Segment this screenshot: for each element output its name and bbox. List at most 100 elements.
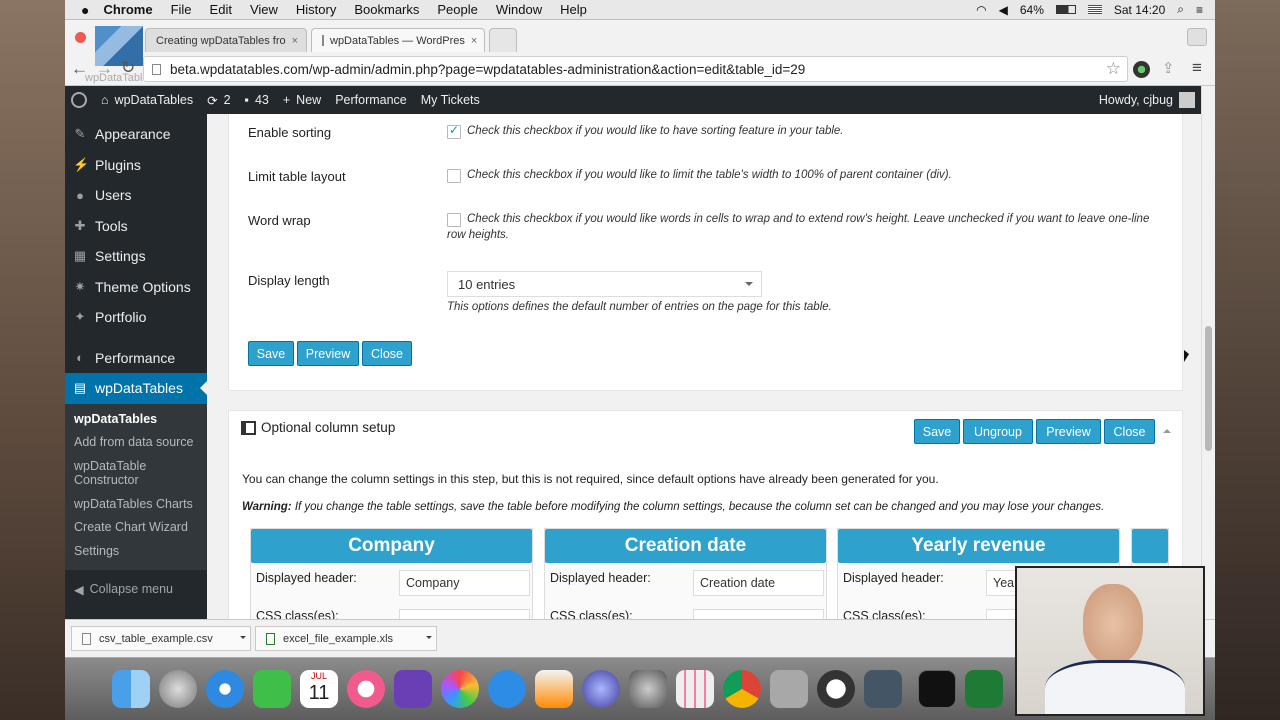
new-tab-button[interactable] (489, 28, 517, 52)
calendar-day: 11 (308, 682, 330, 704)
sidebar-item-wpdatatables[interactable]: ▤ wpDataTables (65, 373, 207, 404)
calculator-icon[interactable] (676, 670, 714, 708)
limit-layout-checkbox[interactable] (447, 169, 461, 183)
volume-icon[interactable]: ◀ (999, 3, 1008, 17)
calendar-icon[interactable]: JUL 11 (300, 670, 338, 708)
menu-app-name[interactable]: Chrome (103, 2, 152, 17)
download-item-csv[interactable]: csv_table_example.csv (71, 626, 251, 651)
photos-icon[interactable] (441, 670, 479, 708)
save-button[interactable]: Save (248, 341, 294, 366)
flag-icon[interactable] (1087, 5, 1102, 14)
movie-icon[interactable] (864, 670, 902, 708)
chrome-icon[interactable] (723, 670, 761, 708)
sidebar-item-users[interactable]: ● Users (65, 180, 207, 211)
imovie-star-icon[interactable] (394, 670, 432, 708)
submenu-constructor[interactable]: wpDataTable Constructor (65, 455, 165, 493)
safari-icon[interactable] (206, 670, 244, 708)
terminal-icon[interactable] (918, 670, 956, 708)
close-button[interactable]: Close (362, 341, 412, 366)
admin-bar-site[interactable]: ⌂ wpDataTables (101, 93, 193, 107)
bookmark-star-icon[interactable]: ☆ (1106, 59, 1121, 79)
displayed-header-input[interactable]: Creation date (693, 570, 824, 596)
column-preview-button[interactable]: Preview (1036, 419, 1101, 444)
upload-icon[interactable]: ⇪ (1162, 59, 1175, 77)
itunes-icon[interactable] (347, 670, 385, 708)
ungroup-button[interactable]: Ungroup (963, 419, 1033, 444)
column-save-button[interactable]: Save (914, 419, 960, 444)
sorting-checkbox[interactable] (447, 123, 461, 139)
admin-bar-account[interactable]: Howdy, cjbug (1099, 92, 1195, 108)
close-window-button[interactable] (75, 32, 86, 43)
download-item-xls[interactable]: excel_file_example.xls (255, 626, 437, 651)
list-icon[interactable]: ≡ (1196, 3, 1203, 17)
wordpress-logo-icon[interactable] (71, 92, 87, 108)
submenu-wpdatatables[interactable]: wpDataTables (65, 408, 207, 432)
menu-view[interactable]: View (250, 2, 278, 17)
tab-creating[interactable]: Creating wpDataTables fro × (145, 28, 307, 52)
mac-menubar: ● Chrome File Edit View History Bookmark… (65, 0, 1215, 20)
sidebar-item-theme-options[interactable]: ✷ Theme Options (65, 272, 207, 303)
display-length-label: Display length (248, 273, 330, 288)
launchpad-icon[interactable] (159, 670, 197, 708)
battery-percent[interactable]: 64% (1020, 3, 1044, 17)
column-card-header (1132, 529, 1168, 563)
search-icon[interactable]: ⌕ (1177, 2, 1184, 17)
sidebar-item-tools[interactable]: ✚ Tools (65, 211, 207, 242)
page-scrollbar[interactable] (1201, 86, 1215, 619)
submenu-charts[interactable]: wpDataTables Charts (65, 493, 207, 517)
displayed-header-label: Displayed header: (550, 571, 651, 585)
sidebar-item-plugins[interactable]: ⚡ Plugins (65, 150, 207, 181)
admin-bar-performance[interactable]: Performance (335, 93, 407, 107)
clock[interactable]: Sat 14:20 (1114, 3, 1165, 17)
admin-bar-comments[interactable]: ▪ 43 (245, 93, 269, 107)
sidebar-item-performance[interactable]: ◐ Performance (65, 343, 207, 374)
chevron-down-icon[interactable] (426, 636, 432, 642)
menu-people[interactable]: People (437, 2, 477, 17)
sequel-pro-icon[interactable] (817, 670, 855, 708)
preview-button[interactable]: Preview (297, 341, 359, 366)
system-preferences-icon[interactable] (629, 670, 667, 708)
profile-icon[interactable] (1187, 28, 1207, 46)
collapse-arrow-icon[interactable] (1163, 425, 1171, 433)
tab-wpdatatables[interactable]: wpDataTables — WordPres × (311, 28, 485, 52)
collapse-menu[interactable]: ◀ Collapse menu (65, 570, 207, 597)
apple-icon[interactable]: ● (81, 2, 89, 18)
menu-help[interactable]: Help (560, 2, 587, 17)
admin-bar-updates[interactable]: ⟳ 2 (207, 93, 230, 108)
menu-window[interactable]: Window (496, 2, 542, 17)
finder-icon[interactable] (112, 670, 150, 708)
desktop-background (0, 0, 65, 720)
chevron-down-icon[interactable] (240, 636, 246, 642)
facetime-icon[interactable] (253, 670, 291, 708)
sidebar-item-settings[interactable]: ▦ Settings (65, 241, 207, 272)
sidebar-item-appearance[interactable]: ✎ Appearance (65, 119, 207, 150)
admin-bar-tickets[interactable]: My Tickets (421, 93, 480, 107)
scrollbar-thumb[interactable] (1205, 326, 1212, 451)
app-store-icon[interactable] (488, 670, 526, 708)
admin-bar-new[interactable]: + New (283, 93, 321, 107)
menu-history[interactable]: History (296, 2, 336, 17)
keychain-icon[interactable] (770, 670, 808, 708)
sidebar-item-portfolio[interactable]: ✦ Portfolio (65, 302, 207, 333)
menu-edit[interactable]: Edit (210, 2, 232, 17)
menu-bookmarks[interactable]: Bookmarks (354, 2, 419, 17)
submenu-chart-wizard[interactable]: Create Chart Wizard (65, 516, 207, 540)
submenu-settings[interactable]: Settings (65, 540, 207, 564)
css-class-input[interactable] (399, 609, 530, 619)
close-icon[interactable]: × (471, 35, 477, 47)
vlc-icon[interactable] (535, 670, 573, 708)
display-length-select[interactable]: 10 entries (447, 271, 762, 297)
network-icon[interactable] (582, 670, 620, 708)
address-bar[interactable]: beta.wpdatatables.com/wp-admin/admin.php… (143, 56, 1128, 82)
menu-file[interactable]: File (171, 2, 192, 17)
excel-icon[interactable] (965, 670, 1003, 708)
wifi-icon[interactable]: ◠ (976, 3, 986, 17)
extension-icon[interactable] (1133, 61, 1150, 78)
submenu-add-from-source[interactable]: Add from data source (65, 431, 207, 455)
css-class-input[interactable] (693, 609, 824, 619)
close-icon[interactable]: × (292, 35, 298, 47)
chrome-menu-icon[interactable]: ≡ (1192, 58, 1202, 78)
comment-icon: ▪ (244, 93, 249, 107)
column-close-button[interactable]: Close (1104, 419, 1155, 444)
displayed-header-input[interactable]: Company (399, 570, 530, 596)
